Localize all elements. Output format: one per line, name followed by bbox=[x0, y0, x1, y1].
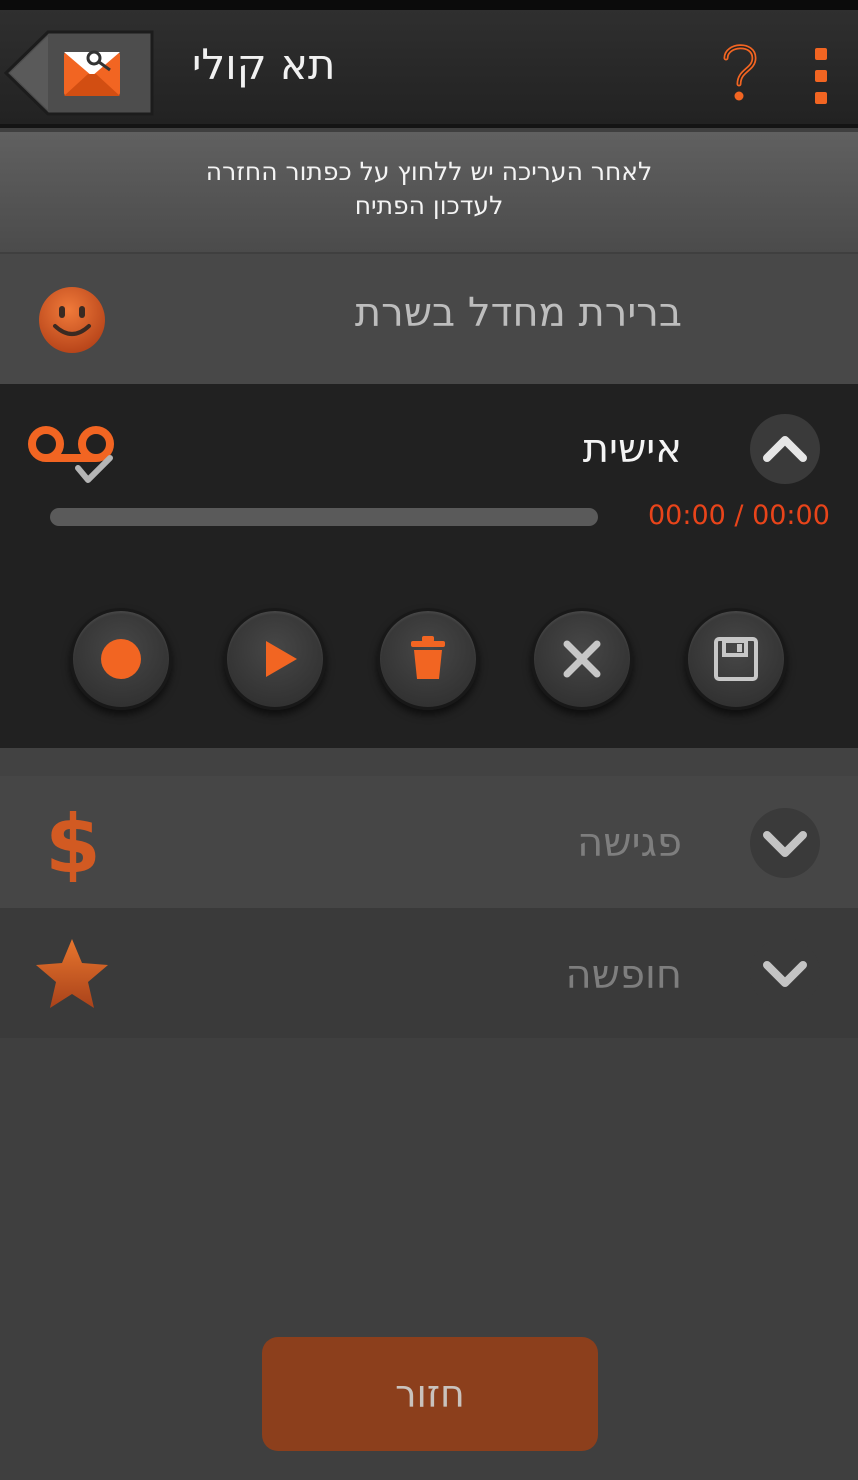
trash-icon bbox=[411, 636, 445, 679]
info-line-2: לעדכון הפתיח bbox=[354, 191, 504, 220]
save-icon bbox=[714, 637, 758, 681]
greeting-row-vacation[interactable]: חופשה bbox=[0, 908, 858, 1038]
chevron-down-icon bbox=[763, 961, 807, 987]
cancel-button[interactable] bbox=[531, 608, 633, 710]
back-button[interactable] bbox=[3, 28, 154, 118]
voicemail-check-icon bbox=[26, 424, 118, 496]
question-mark-icon[interactable] bbox=[714, 38, 764, 108]
greeting-label-vacation: חופשה bbox=[565, 952, 682, 998]
svg-text:$: $ bbox=[45, 806, 101, 882]
return-button[interactable]: חזור bbox=[262, 1337, 598, 1451]
record-button[interactable] bbox=[70, 608, 172, 710]
expand-button-vacation[interactable] bbox=[750, 938, 820, 1008]
status-bar-strip bbox=[0, 0, 858, 10]
playback-timer: 00:00 / 00:00 bbox=[648, 500, 830, 531]
info-banner: לאחר העריכה יש ללחוץ על כפתור החזרה לעדכ… bbox=[0, 132, 858, 252]
greeting-row-meeting[interactable]: $ פגישה bbox=[0, 776, 858, 908]
save-button[interactable] bbox=[685, 608, 787, 710]
collapse-button[interactable] bbox=[750, 414, 820, 484]
record-icon bbox=[101, 639, 141, 679]
action-bar: תא קולי bbox=[0, 10, 858, 128]
row-divider bbox=[0, 748, 858, 776]
play-button[interactable] bbox=[224, 608, 326, 710]
dollar-icon: $ bbox=[40, 798, 106, 891]
greeting-row-default[interactable]: ברירת מחדל בשרת bbox=[0, 254, 858, 384]
page-title: תא קולי bbox=[192, 40, 336, 89]
greeting-label-default: ברירת מחדל בשרת bbox=[354, 290, 682, 336]
greeting-row-personal[interactable]: אישית 00:00 / 00:00 bbox=[0, 384, 858, 748]
chevron-up-icon bbox=[763, 436, 807, 462]
mail-key-icon bbox=[64, 50, 120, 96]
chevron-down-icon bbox=[763, 831, 807, 857]
greeting-label-meeting: פגישה bbox=[577, 820, 682, 866]
greeting-label-personal: אישית bbox=[582, 426, 682, 472]
cancel-icon bbox=[563, 640, 601, 678]
star-icon bbox=[32, 936, 112, 1016]
info-line-1: לאחר העריכה יש ללחוץ על כפתור החזרה bbox=[205, 157, 653, 186]
play-icon bbox=[266, 641, 297, 677]
smiley-face-icon bbox=[36, 284, 108, 360]
delete-button[interactable] bbox=[377, 608, 479, 710]
expand-button-meeting[interactable] bbox=[750, 808, 820, 878]
playback-progress-bar[interactable] bbox=[50, 508, 598, 526]
overflow-dots-icon[interactable] bbox=[808, 46, 834, 106]
